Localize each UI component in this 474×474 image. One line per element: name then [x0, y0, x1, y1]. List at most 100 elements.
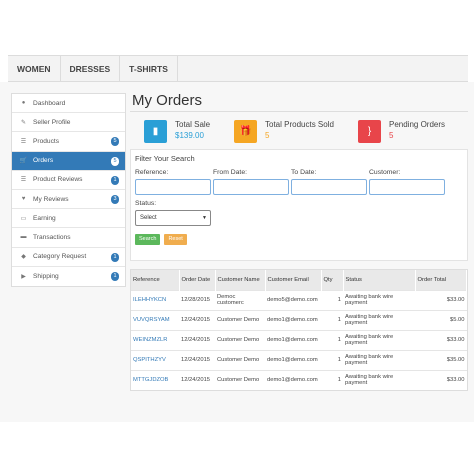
- count-badge: 1: [111, 271, 119, 281]
- table-cell: 1: [321, 369, 343, 390]
- table-cell: Awaiting bank wire payment: [343, 329, 415, 350]
- from-date-label: From Date:: [213, 169, 247, 176]
- sidebar-item-products[interactable]: ☰ Products 5: [12, 132, 125, 152]
- nav-dresses[interactable]: DRESSES: [61, 56, 121, 81]
- table-row[interactable]: MTTGJDZOB 12/24/2015 Customer Demo demo1@de…: [131, 369, 467, 390]
- table-cell: $33.00: [415, 329, 467, 350]
- table-cell: Democ customerc: [215, 289, 265, 310]
- col-reference[interactable]: Reference: [131, 270, 180, 290]
- col-order-total[interactable]: Order Total: [415, 270, 467, 290]
- dashboard-icon: ●: [21, 100, 26, 107]
- customer-input[interactable]: [369, 179, 445, 195]
- table-cell: $33.00: [415, 369, 467, 390]
- table-cell: Customer Demo: [215, 349, 265, 370]
- search-button[interactable]: Search: [135, 234, 161, 245]
- to-date-input[interactable]: [291, 179, 367, 195]
- list-icon: ☰: [20, 177, 27, 184]
- caret-down-icon: ▼: [202, 215, 207, 221]
- status-select-value: Select: [140, 215, 157, 221]
- table-cell: $5.00: [415, 309, 467, 330]
- sidebar-item-transactions[interactable]: ▬ Transactions: [12, 228, 125, 248]
- to-date-label: To Date:: [291, 169, 317, 176]
- pending-icon: }: [358, 120, 381, 143]
- list-icon: ☰: [20, 138, 27, 145]
- stat-total-sale: ▮ Total Sale $139.00: [144, 120, 234, 145]
- sidebar-item-my-reviews[interactable]: ♥ My Reviews 3: [12, 190, 125, 210]
- nav-women[interactable]: WOMEN: [8, 56, 61, 81]
- table-cell: 12/28/2015: [179, 289, 215, 310]
- table-header: Reference Order Date Customer Name Custo…: [131, 270, 467, 290]
- stat-label: Pending Orders: [389, 120, 446, 129]
- sidebar-item-category-request[interactable]: ◆ Category Request 1: [12, 248, 125, 267]
- from-date-input[interactable]: [213, 179, 289, 195]
- gift-icon: 🎁: [234, 120, 257, 143]
- nav-tshirts[interactable]: T-SHIRTS: [120, 56, 178, 81]
- reset-button[interactable]: Reset: [164, 234, 187, 245]
- table-cell: Awaiting bank wire payment: [343, 289, 415, 310]
- sidebar-item-label: Product Reviews: [33, 176, 83, 184]
- table-cell: 1: [321, 289, 343, 310]
- table-cell: demo5@demo.com: [265, 289, 321, 310]
- col-order-date[interactable]: Order Date: [179, 270, 216, 290]
- table-cell: 12/24/2015: [179, 369, 215, 390]
- user-icon: ✎: [20, 119, 27, 126]
- table-row[interactable]: ILEHHYKCN 12/28/2015 Democ customerc demo5@…: [131, 289, 467, 310]
- col-qty[interactable]: Qty: [321, 270, 344, 290]
- table-cell[interactable]: MTTGJDZOB: [131, 369, 179, 390]
- sidebar-item-orders[interactable]: 🛒 Orders 5: [12, 151, 125, 171]
- table-cell[interactable]: WEINZMZLR: [131, 329, 179, 350]
- card-icon: ▬: [20, 234, 27, 241]
- status-select[interactable]: Select ▼: [135, 210, 211, 226]
- heart-icon: ♥: [21, 196, 26, 203]
- table-cell[interactable]: QSPITHZYV: [131, 349, 179, 370]
- table-cell: Customer Demo: [215, 309, 265, 330]
- main-content: My Orders ▮ Total Sale $139.00 🎁 Total P…: [130, 90, 468, 391]
- total-sale-icon: ▮: [144, 120, 167, 143]
- table-cell: Awaiting bank wire payment: [343, 349, 415, 370]
- table-cell: 12/24/2015: [179, 309, 215, 330]
- sidebar-item-label: Orders: [33, 157, 54, 165]
- col-customer-email[interactable]: Customer Email: [265, 270, 322, 290]
- sidebar-item-seller-profile[interactable]: ✎ Seller Profile: [12, 113, 125, 133]
- count-badge: 1: [111, 252, 119, 262]
- table-cell: Customer Demo: [215, 329, 265, 350]
- sidebar-item-shipping[interactable]: ▶ Shipping 1: [12, 267, 125, 286]
- sidebar-item-label: Dashboard: [33, 99, 66, 107]
- sidebar-item-label: Earning: [33, 214, 56, 222]
- sidebar-item-label: Category Request: [33, 253, 87, 261]
- sidebar-item-label: Transactions: [33, 233, 71, 241]
- sidebar-item-earning[interactable]: ▭ Earning: [12, 209, 125, 229]
- table-cell: 1: [321, 349, 343, 370]
- table-row[interactable]: QSPITHZYV 12/24/2015 Customer Demo demo1@de…: [131, 349, 467, 370]
- count-badge: 3: [111, 194, 119, 204]
- table-cell: Awaiting bank wire payment: [343, 369, 415, 390]
- page-title: My Orders: [130, 90, 468, 112]
- stat-value: $139.00: [175, 131, 204, 140]
- sidebar-item-label: My Reviews: [33, 195, 69, 203]
- sidebar-item-product-reviews[interactable]: ☰ Product Reviews 1: [12, 171, 125, 190]
- table-cell: demo1@demo.com: [265, 329, 321, 350]
- col-status[interactable]: Status: [343, 270, 416, 290]
- table-cell: demo1@demo.com: [265, 369, 321, 390]
- table-cell: demo1@demo.com: [265, 309, 321, 330]
- truck-icon: ▶: [21, 273, 26, 280]
- customer-label: Customer:: [369, 169, 401, 176]
- money-icon: ▭: [20, 215, 27, 222]
- sidebar-item-dashboard[interactable]: ● Dashboard: [12, 94, 125, 114]
- table-cell: 12/24/2015: [179, 329, 215, 350]
- table-cell: demo1@demo.com: [265, 349, 321, 370]
- table-row[interactable]: WEINZMZLR 12/24/2015 Customer Demo demo1@de…: [131, 329, 467, 350]
- table-cell[interactable]: VUVQRSYAM: [131, 309, 179, 330]
- col-customer-name[interactable]: Customer Name: [215, 270, 266, 290]
- table-cell: 12/24/2015: [179, 349, 215, 370]
- table-cell[interactable]: ILEHHYKCN: [131, 289, 179, 310]
- tag-icon: ◆: [21, 254, 26, 261]
- table-cell: Customer Demo: [215, 369, 265, 390]
- sidebar-item-label: Products: [33, 137, 60, 145]
- filter-panel: Filter Your Search Reference: From Date:…: [130, 149, 468, 261]
- table-row[interactable]: VUVQRSYAM 12/24/2015 Customer Demo demo1@de…: [131, 309, 467, 330]
- sidebar-item-label: Seller Profile: [33, 118, 71, 126]
- reference-input[interactable]: [135, 179, 211, 195]
- filter-heading: Filter Your Search: [135, 154, 195, 163]
- count-badge: 1: [111, 175, 119, 185]
